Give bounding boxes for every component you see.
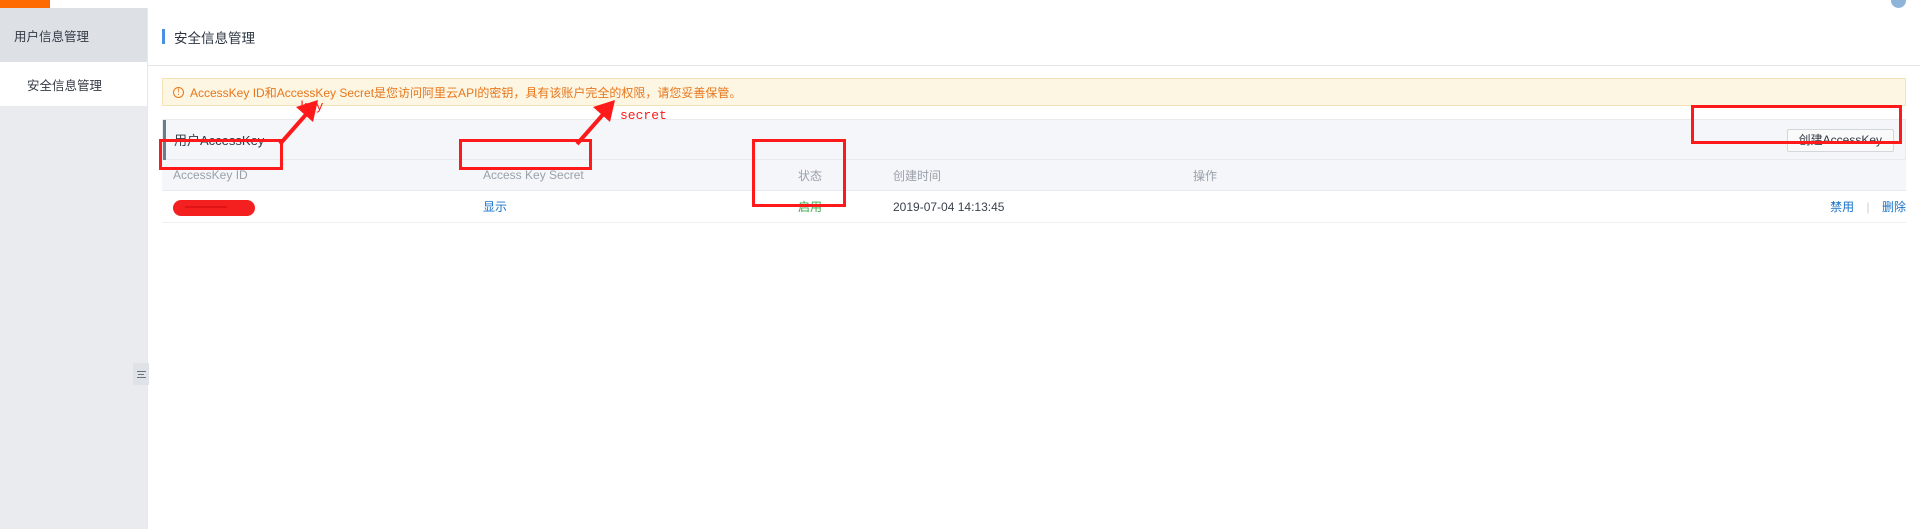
sidebar-group-title: 用户信息管理 bbox=[0, 8, 147, 62]
accesskey-panel: 用户AccessKey 创建AccessKey AccessKey ID Acc… bbox=[162, 119, 1906, 223]
handle-line-1 bbox=[136, 370, 146, 372]
sidebar-item-security-info[interactable]: 安全信息管理 bbox=[0, 62, 147, 106]
cell-accesskey-secret: 显示 bbox=[472, 190, 787, 223]
action-separator: | bbox=[1866, 200, 1870, 214]
status-badge: 启用 bbox=[798, 200, 823, 214]
delete-key-link[interactable]: 删除 bbox=[1882, 200, 1906, 214]
table-body: 显示 启用 2019-07-04 14:13:45 禁用 | 删除 bbox=[162, 190, 1906, 223]
column-header-actions: 操作 bbox=[1182, 159, 1906, 191]
alert-text: AccessKey ID和AccessKey Secret是您访问阿里云API的… bbox=[190, 85, 742, 100]
cell-accesskey-id bbox=[162, 190, 472, 223]
main-content: 安全信息管理 ! AccessKey ID和AccessKey Secret是您… bbox=[148, 8, 1920, 529]
accesskey-table: AccessKey ID Access Key Secret 状态 创建时间 操… bbox=[162, 159, 1906, 223]
sidebar-collapse-handle[interactable] bbox=[133, 363, 149, 385]
column-header-accesskey-id: AccessKey ID bbox=[162, 159, 472, 191]
panel-title: 用户AccessKey bbox=[174, 133, 265, 148]
page-header: 安全信息管理 bbox=[148, 8, 1920, 66]
panel-accent-bar bbox=[163, 120, 166, 160]
security-warning-alert: ! AccessKey ID和AccessKey Secret是您访问阿里云AP… bbox=[162, 78, 1906, 106]
table-header-row: AccessKey ID Access Key Secret 状态 创建时间 操… bbox=[162, 159, 1906, 191]
handle-line-3 bbox=[136, 376, 146, 378]
sidebar: 用户信息管理 安全信息管理 bbox=[0, 8, 148, 529]
show-secret-link[interactable]: 显示 bbox=[483, 200, 507, 214]
cell-created-at: 2019-07-04 14:13:45 bbox=[882, 190, 1182, 223]
table-header: AccessKey ID Access Key Secret 状态 创建时间 操… bbox=[162, 159, 1906, 191]
disable-key-link[interactable]: 禁用 bbox=[1830, 200, 1854, 214]
brand-logo-block bbox=[0, 0, 50, 8]
table-row: 显示 启用 2019-07-04 14:13:45 禁用 | 删除 bbox=[162, 190, 1906, 223]
global-header bbox=[0, 0, 1920, 8]
exclamation-circle-icon: ! bbox=[173, 86, 184, 98]
create-accesskey-button[interactable]: 创建AccessKey bbox=[1786, 129, 1894, 152]
sidebar-filler bbox=[0, 106, 147, 529]
avatar[interactable] bbox=[1891, 0, 1906, 8]
cell-actions: 禁用 | 删除 bbox=[1182, 190, 1906, 223]
page-title: 安全信息管理 bbox=[174, 30, 255, 46]
handle-line-2 bbox=[138, 373, 144, 375]
column-header-status: 状态 bbox=[787, 159, 882, 191]
column-header-accesskey-secret: Access Key Secret bbox=[472, 159, 787, 191]
title-accent-bar bbox=[162, 29, 165, 44]
redacted-accesskey-id bbox=[173, 200, 255, 216]
column-header-created-at: 创建时间 bbox=[882, 159, 1182, 191]
cell-status: 启用 bbox=[787, 190, 882, 223]
panel-header: 用户AccessKey 创建AccessKey bbox=[162, 119, 1906, 160]
